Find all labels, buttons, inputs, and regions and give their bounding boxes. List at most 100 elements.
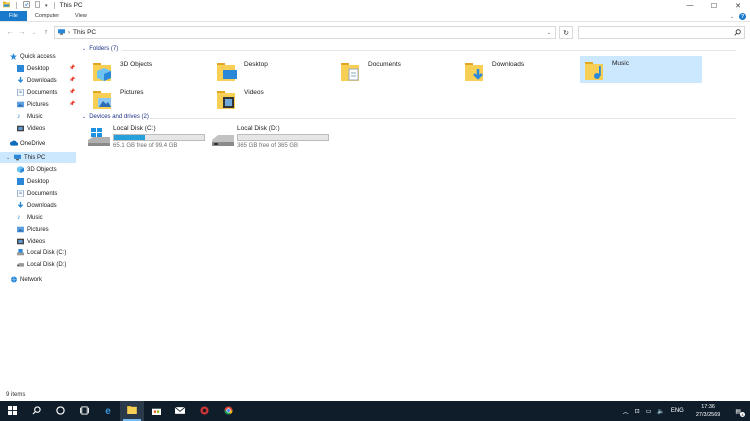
content-pane: ⌄ Folders (7) 3D Objects Desktop Documen…	[82, 44, 750, 384]
nav-quick-downloads[interactable]: Downloads	[17, 75, 57, 86]
drive-free-space: 365 GB free of 365 GB	[237, 143, 299, 149]
folder-pictures[interactable]: Pictures	[88, 85, 210, 112]
music-note-icon: ♪	[17, 214, 21, 221]
language-indicator[interactable]: ENG	[671, 408, 684, 414]
mail-taskbar-button[interactable]	[168, 401, 192, 421]
folder-documents-icon	[341, 60, 363, 82]
folder-music[interactable]: Music	[580, 56, 702, 83]
nav-this-pc[interactable]: ⌄ This PC	[0, 152, 76, 163]
nav-label: Music	[27, 214, 43, 221]
maximize-button[interactable]: ☐	[702, 0, 726, 11]
search-icon	[32, 405, 41, 417]
forward-arrow-icon[interactable]: →	[16, 29, 28, 36]
nav-network[interactable]: Network	[10, 274, 42, 285]
nav-pc-local-disk-d[interactable]: Local Disk (D:)	[17, 259, 66, 270]
tray-app-icon[interactable]: ⊡	[635, 408, 640, 415]
search-icon	[734, 29, 741, 38]
file-explorer-taskbar-button[interactable]	[120, 401, 144, 421]
drive-free-space: 65.1 GB free of 99.4 GB	[113, 143, 178, 149]
nav-pc-3d-objects[interactable]: 3D Objects	[17, 164, 57, 175]
nav-onedrive[interactable]: OneDrive	[10, 138, 45, 149]
group-title: Devices and drives (2)	[89, 114, 149, 120]
show-hidden-icons-chevron-icon[interactable]: ︿	[623, 407, 629, 416]
start-button[interactable]	[0, 401, 24, 421]
cloud-icon	[10, 140, 19, 147]
windows-drive-icon	[88, 128, 110, 148]
drive-d[interactable]: Local Disk (D:) 365 GB free of 365 GB	[206, 124, 466, 150]
cortana-button[interactable]	[48, 401, 72, 421]
nav-quick-desktop[interactable]: Desktop	[17, 63, 49, 74]
explorer-app-icon[interactable]	[3, 1, 10, 10]
nav-pc-music[interactable]: ♪ Music	[17, 212, 43, 223]
folder-desktop[interactable]: Desktop	[212, 57, 334, 84]
tab-file[interactable]: File	[0, 11, 27, 21]
folder-documents[interactable]: Documents	[336, 57, 458, 84]
nav-pc-desktop[interactable]: Desktop	[17, 176, 49, 187]
drives-group-header[interactable]: ⌄ Devices and drives (2)	[82, 114, 742, 120]
quick-access-toolbar: ▾	[0, 0, 57, 11]
nav-label: Downloads	[27, 77, 57, 84]
help-icon[interactable]: ?	[739, 13, 746, 20]
new-folder-icon[interactable]	[34, 1, 41, 10]
folder-3d-objects[interactable]: 3D Objects	[88, 57, 210, 84]
hard-drive-icon	[17, 261, 24, 268]
properties-icon[interactable]	[23, 1, 30, 10]
ribbon-tabs: File Computer View ⌄ ?	[0, 11, 750, 22]
nav-label: This PC	[24, 154, 46, 161]
minimize-button[interactable]: —	[678, 0, 702, 11]
task-view-button[interactable]	[72, 401, 96, 421]
search-box[interactable]	[578, 26, 745, 39]
breadcrumb-chevron-icon[interactable]: ›	[68, 30, 70, 36]
folders-group-header[interactable]: ⌄ Folders (7)	[82, 46, 742, 52]
address-bar[interactable]: › This PC ⌄	[54, 26, 556, 39]
collapse-chevron-icon[interactable]: ⌄	[82, 114, 86, 120]
back-arrow-icon[interactable]: ←	[4, 29, 16, 36]
customize-toolbar-chevron-icon[interactable]: ▾	[45, 3, 48, 9]
nav-quick-music[interactable]: ♪ Music	[17, 111, 43, 122]
nav-quick-access[interactable]: Quick access	[10, 51, 56, 62]
volume-icon[interactable]: 🔈	[657, 408, 664, 415]
edge-taskbar-button[interactable]: e	[96, 401, 120, 421]
drive-name: Local Disk (C:)	[113, 125, 156, 132]
close-button[interactable]: ✕	[726, 0, 750, 11]
red-app-taskbar-button[interactable]	[192, 401, 216, 421]
nav-pc-documents[interactable]: Documents	[17, 188, 57, 199]
nav-pc-pictures[interactable]: Pictures	[17, 224, 49, 235]
notifications-button[interactable]: ▤ 4	[732, 408, 745, 417]
network-tray-icon[interactable]: ▭	[646, 408, 652, 415]
system-tray: ︿ ⊡ ▭ 🔈 ENG 17:36 27/3/2569 ▤ 4	[620, 401, 750, 421]
nav-quick-videos[interactable]: Videos	[17, 123, 45, 134]
breadcrumb-this-pc[interactable]: This PC	[73, 29, 96, 36]
folder-videos-icon	[217, 88, 239, 110]
up-arrow-icon[interactable]: ↑	[40, 29, 52, 36]
store-taskbar-button[interactable]	[144, 401, 168, 421]
refresh-button[interactable]: ↻	[559, 26, 573, 39]
nav-pc-videos[interactable]: Videos	[17, 236, 45, 247]
nav-pc-local-disk-c[interactable]: Local Disk (C:)	[17, 247, 66, 258]
nav-quick-documents[interactable]: Documents	[17, 87, 57, 98]
video-icon	[17, 238, 24, 245]
expand-chevron-icon[interactable]: ⌄	[6, 155, 11, 161]
search-taskbar-button[interactable]	[24, 401, 48, 421]
recent-locations-chevron-icon[interactable]: ⌄	[28, 30, 40, 36]
folder-downloads[interactable]: Downloads	[460, 57, 582, 84]
search-input[interactable]	[579, 27, 729, 38]
tab-view[interactable]: View	[67, 11, 95, 21]
expand-ribbon-chevron-icon[interactable]: ⌄	[730, 14, 734, 20]
pin-icon: 📌	[69, 77, 76, 83]
clock-date: 27/3/2569	[695, 412, 721, 418]
folder-videos[interactable]: Videos	[212, 85, 334, 112]
nav-quick-pictures[interactable]: Pictures	[17, 99, 49, 110]
task-view-icon	[79, 405, 89, 417]
notification-count-badge: 4	[740, 411, 745, 417]
address-dropdown-icon[interactable]: ⌄	[547, 30, 551, 36]
tab-computer[interactable]: Computer	[27, 11, 67, 21]
drive-usage-bar	[113, 134, 205, 141]
nav-pc-downloads[interactable]: Downloads	[17, 200, 57, 211]
chrome-taskbar-button[interactable]	[216, 401, 240, 421]
folder-music-icon	[585, 59, 607, 81]
network-icon	[10, 276, 17, 283]
download-arrow-icon	[17, 202, 24, 209]
clock[interactable]: 17:36 27/3/2569	[693, 403, 723, 419]
collapse-chevron-icon[interactable]: ⌄	[82, 46, 86, 52]
